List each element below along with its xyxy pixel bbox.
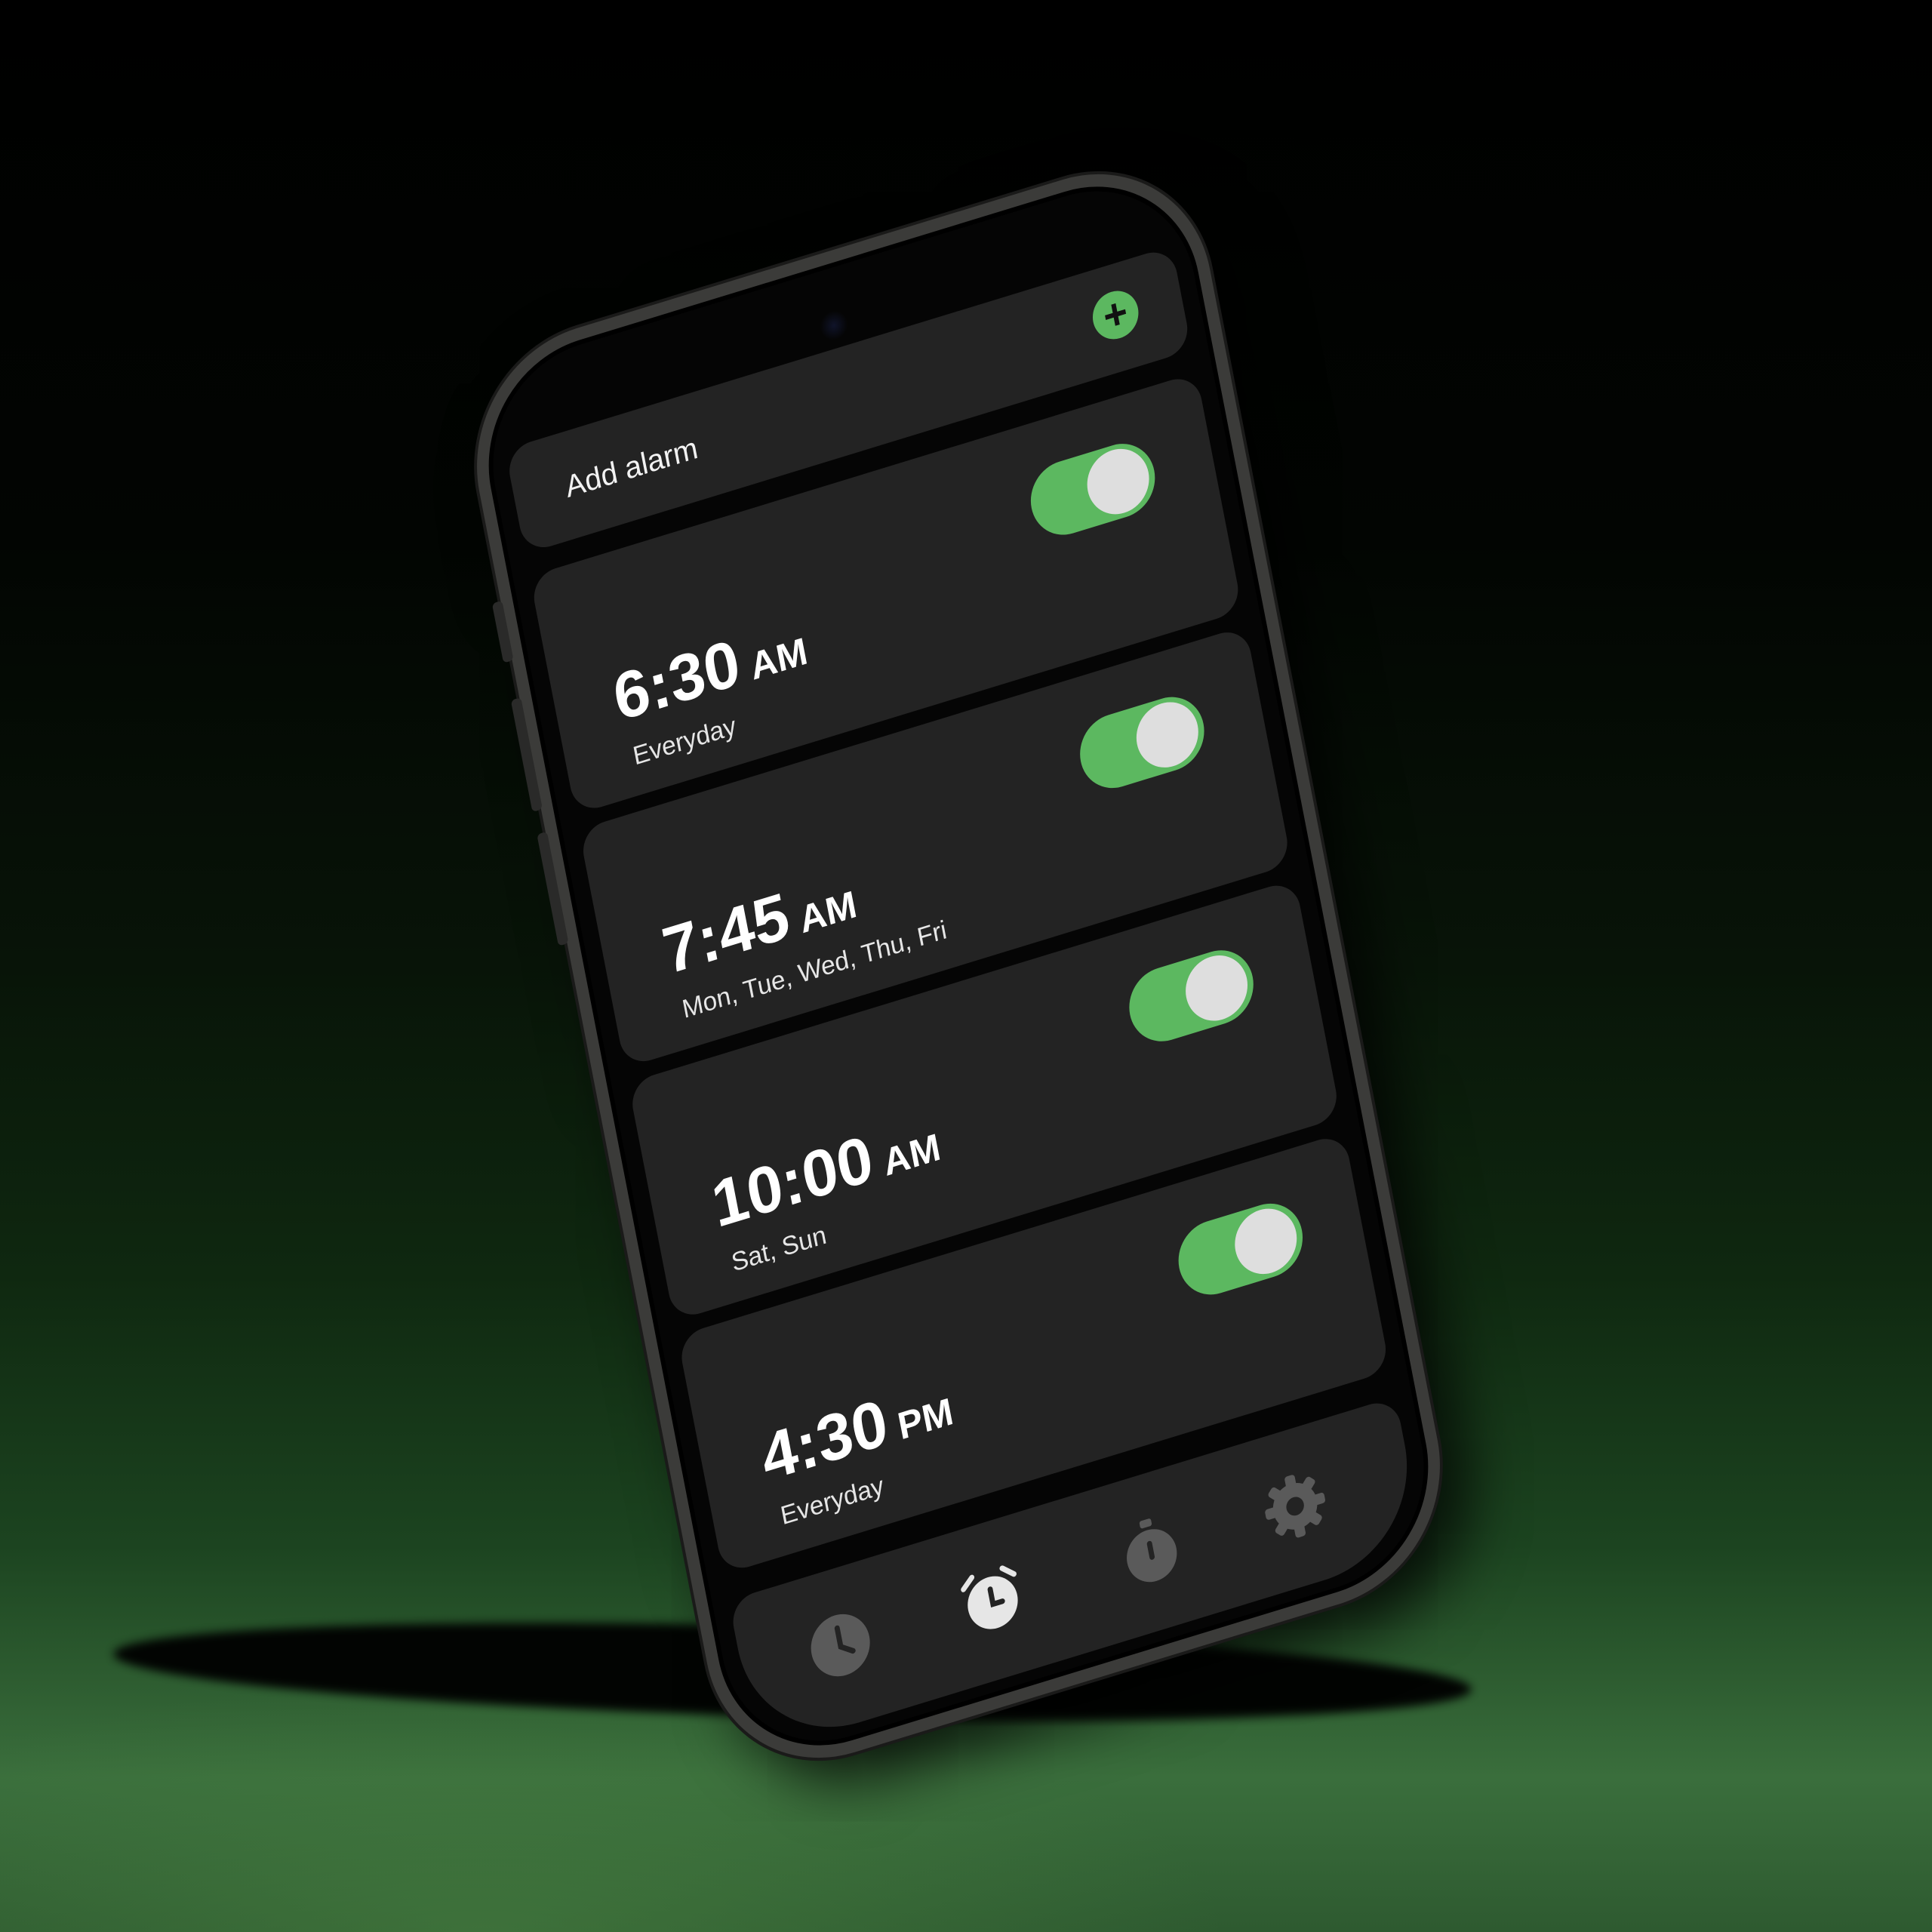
alarm-time: 4:30PM	[755, 1365, 958, 1497]
tab-alarm[interactable]	[953, 1555, 1031, 1642]
tab-clock[interactable]	[801, 1601, 879, 1688]
alarm-toggle[interactable]	[1123, 941, 1260, 1051]
action-button	[491, 600, 514, 663]
plus-icon[interactable]: +	[1088, 285, 1143, 346]
alarm-time-value: 10:00	[706, 1121, 879, 1242]
alarm-toggle[interactable]	[1172, 1194, 1309, 1304]
alarm-clock-icon	[961, 1565, 1018, 1629]
tab-settings[interactable]	[1256, 1463, 1334, 1549]
alarm-period: AM	[746, 629, 811, 688]
toggle-knob	[1081, 441, 1155, 522]
alarm-toggle[interactable]	[1024, 435, 1161, 544]
volume-up-button	[510, 697, 543, 813]
alarm-toggle[interactable]	[1073, 688, 1211, 798]
toggle-knob	[1180, 947, 1254, 1029]
clock-icon	[811, 1614, 870, 1677]
volume-down-button	[537, 831, 569, 946]
alarm-time: 10:00AM	[706, 1100, 945, 1243]
alarm-period: PM	[894, 1389, 957, 1448]
front-camera	[814, 304, 854, 347]
gear-icon	[1265, 1475, 1325, 1538]
stopwatch-icon	[1127, 1518, 1177, 1583]
toggle-knob	[1131, 694, 1204, 776]
alarm-time: 6:30AM	[608, 605, 812, 737]
alarm-period: AM	[879, 1125, 944, 1185]
tab-stopwatch[interactable]	[1112, 1507, 1189, 1594]
add-alarm-label: Add alarm	[562, 431, 701, 505]
toggle-knob	[1229, 1201, 1303, 1282]
alarm-period: AM	[795, 882, 860, 942]
